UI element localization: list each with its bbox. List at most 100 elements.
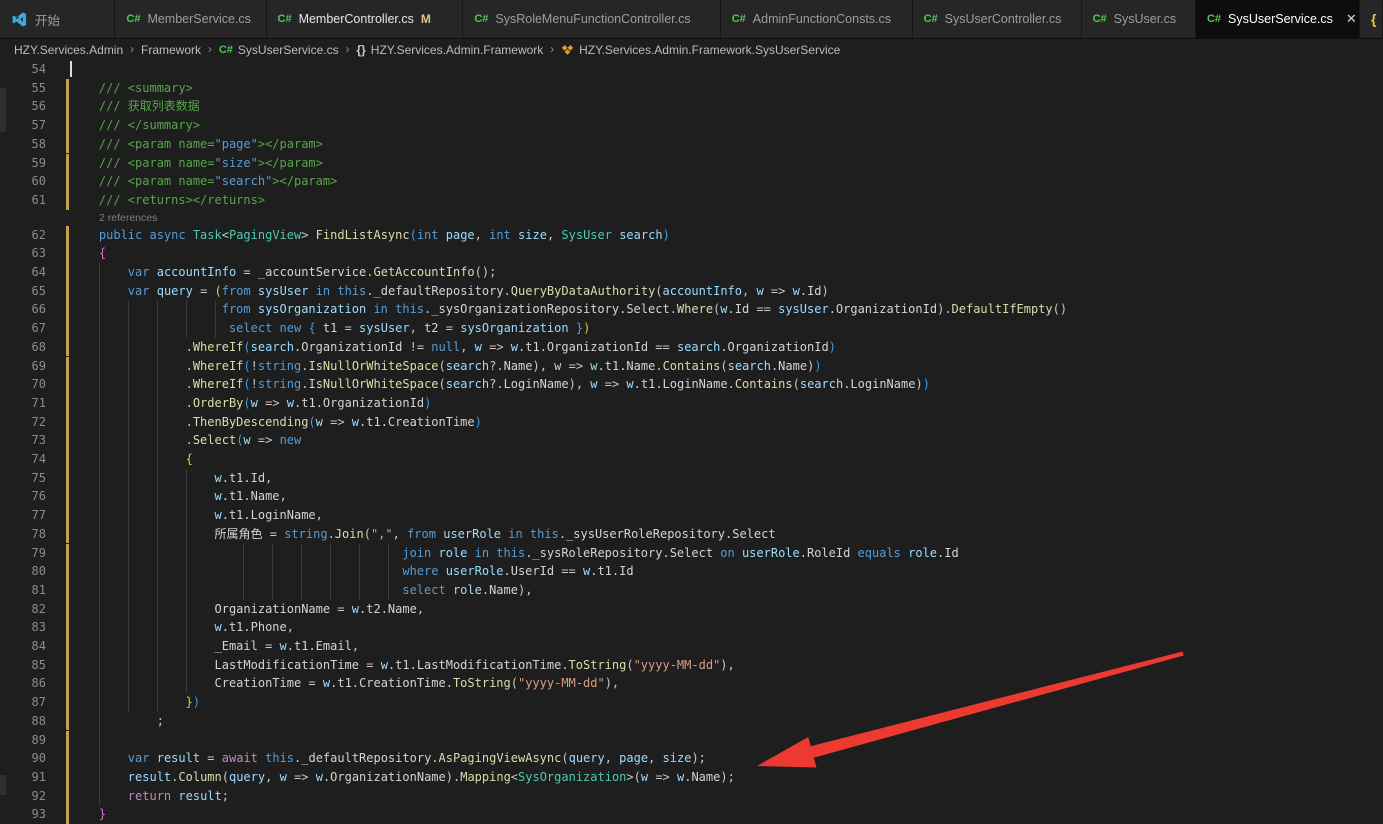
code-line: 88 ; xyxy=(0,712,1383,731)
change-tracking-bar xyxy=(66,525,69,544)
code-text: /// 获取列表数据 xyxy=(70,97,200,116)
code-line: 69 .WhereIf(!string.IsNullOrWhiteSpace(s… xyxy=(0,357,1383,376)
line-number: 77 xyxy=(0,506,46,525)
line-number: 65 xyxy=(0,282,46,301)
breadcrumb: HZY.Services.Admin›Framework›C#SysUserSe… xyxy=(0,38,1383,60)
code-line: 63 { xyxy=(0,244,1383,263)
change-tracking-bar xyxy=(66,562,69,581)
line-number: 72 xyxy=(0,413,46,432)
code-text: .Select(w => new xyxy=(70,431,301,450)
tab-MemberController.cs[interactable]: C#MemberController.csM xyxy=(267,0,464,38)
change-tracking-bar xyxy=(66,282,69,301)
change-tracking-bar xyxy=(66,244,69,263)
line-number: 66 xyxy=(0,300,46,319)
code-line: 93 } xyxy=(0,805,1383,824)
code-text: var accountInfo = _accountService.GetAcc… xyxy=(70,263,496,282)
code-line: 86 CreationTime = w.t1.CreationTime.ToSt… xyxy=(0,674,1383,693)
code-line: 75 w.t1.Id, xyxy=(0,469,1383,488)
breadcrumb-item[interactable]: C#SysUserService.cs xyxy=(219,43,339,57)
line-number: 82 xyxy=(0,600,46,619)
code-line: 64 var accountInfo = _accountService.Get… xyxy=(0,263,1383,282)
code-line: 80 where userRole.UserId == w.t1.Id xyxy=(0,562,1383,581)
code-text: var result = await this._defaultReposito… xyxy=(70,749,706,768)
change-tracking-bar xyxy=(66,487,69,506)
line-number: 92 xyxy=(0,787,46,806)
code-line: 72 .ThenByDescending(w => w.t1.CreationT… xyxy=(0,413,1383,432)
tab-开始[interactable]: 开始 xyxy=(0,0,115,38)
tab-MemberService.cs[interactable]: C#MemberService.cs xyxy=(115,0,266,38)
code-line: 62 public async Task<PagingView> FindLis… xyxy=(0,226,1383,245)
breadcrumb-item[interactable]: HZY.Services.Admin.Framework.SysUserServ… xyxy=(561,43,840,57)
change-tracking-bar xyxy=(66,768,69,787)
code-text: .WhereIf(!string.IsNullOrWhiteSpace(sear… xyxy=(70,375,930,394)
breadcrumb-item[interactable]: HZY.Services.Admin xyxy=(14,43,123,57)
code-line: 59 /// <param name="size"></param> xyxy=(0,154,1383,173)
code-text: /// <summary> xyxy=(70,79,193,98)
line-number: 78 xyxy=(0,525,46,544)
code-line: 67 select new { t1 = sysUser, t2 = sysOr… xyxy=(0,319,1383,338)
change-tracking-bar xyxy=(66,394,69,413)
code-text: w.t1.Id, xyxy=(70,469,272,488)
code-text: }) xyxy=(70,693,200,712)
code-text: from sysOrganization in this._sysOrganiz… xyxy=(70,300,1067,319)
change-tracking-bar xyxy=(66,191,69,210)
tab-close-icon[interactable]: ✕ xyxy=(1340,11,1357,27)
change-tracking-bar xyxy=(66,749,69,768)
change-tracking-bar xyxy=(66,431,69,450)
change-tracking-bar xyxy=(66,544,69,563)
code-line: 84 _Email = w.t1.Email, xyxy=(0,637,1383,656)
tab-SysUser.cs[interactable]: C#SysUser.cs xyxy=(1082,0,1196,38)
code-text: ; xyxy=(70,712,164,731)
change-tracking-bar xyxy=(66,506,69,525)
change-tracking-bar xyxy=(66,674,69,693)
change-tracking-bar xyxy=(66,300,69,319)
breadcrumb-item-label: SysUserService.cs xyxy=(238,43,339,57)
code-text: 所属角色 = string.Join(",", from userRole in… xyxy=(70,525,776,544)
line-number: 89 xyxy=(0,731,46,750)
code-editor[interactable]: 5455 /// <summary>56 /// 获取列表数据57 /// </… xyxy=(0,60,1383,816)
tab-label: SysUserController.cs xyxy=(945,12,1062,26)
breadcrumb-item-label: Framework xyxy=(141,43,201,57)
code-line: 60 /// <param name="search"></param> xyxy=(0,172,1383,191)
tab-label: MemberService.cs xyxy=(147,12,251,26)
code-line: 92 return result; xyxy=(0,787,1383,806)
change-tracking-bar xyxy=(66,413,69,432)
code-line: 54 xyxy=(0,60,1383,79)
code-text: return result; xyxy=(70,787,229,806)
line-number: 88 xyxy=(0,712,46,731)
code-text: w.t1.Phone, xyxy=(70,618,294,637)
line-number: 85 xyxy=(0,656,46,675)
code-line: 77 w.t1.LoginName, xyxy=(0,506,1383,525)
line-number: 55 xyxy=(0,79,46,98)
code-line: 91 result.Column(query, w => w.Organizat… xyxy=(0,768,1383,787)
change-tracking-bar xyxy=(66,787,69,806)
line-number: 93 xyxy=(0,805,46,824)
tab-AdminFunctionConsts.cs[interactable]: C#AdminFunctionConsts.cs xyxy=(721,0,913,38)
change-tracking-bar xyxy=(66,375,69,394)
breadcrumb-item[interactable]: {}HZY.Services.Admin.Framework xyxy=(356,43,543,57)
csharp-file-icon: C# xyxy=(924,13,938,25)
tab-partial[interactable]: { xyxy=(1360,0,1383,38)
code-text: w.t1.LoginName, xyxy=(70,506,323,525)
tab-SysUserController.cs[interactable]: C# SysUserController.cs xyxy=(913,0,1082,38)
code-line: 79 join role in this._sysRoleRepository.… xyxy=(0,544,1383,563)
change-tracking-bar xyxy=(66,263,69,282)
breadcrumb-item-label: HZY.Services.Admin.Framework xyxy=(371,43,544,57)
tab-SysUserService.cs[interactable]: C#SysUserService.cs✕ xyxy=(1196,0,1360,38)
change-tracking-bar xyxy=(66,637,69,656)
code-line: 87 }) xyxy=(0,693,1383,712)
change-tracking-bar xyxy=(66,600,69,619)
tab-SysRoleMenuFunctionController.cs[interactable]: C#SysRoleMenuFunctionController.cs xyxy=(463,0,720,38)
change-tracking-bar xyxy=(66,805,69,824)
change-tracking-bar xyxy=(66,154,69,173)
csharp-file-icon: C# xyxy=(278,13,292,25)
breadcrumb-item[interactable]: Framework xyxy=(141,43,201,57)
code-line: 78 所属角色 = string.Join(",", from userRole… xyxy=(0,525,1383,544)
codelens-references[interactable]: 2 references xyxy=(99,211,157,226)
indent-guide xyxy=(157,300,158,711)
indent-guide xyxy=(215,300,216,337)
breadcrumb-item-label: HZY.Services.Admin xyxy=(14,43,123,57)
class-symbol-icon xyxy=(561,43,574,56)
change-tracking-bar xyxy=(66,135,69,154)
tab-label: SysUserService.cs xyxy=(1228,12,1333,26)
